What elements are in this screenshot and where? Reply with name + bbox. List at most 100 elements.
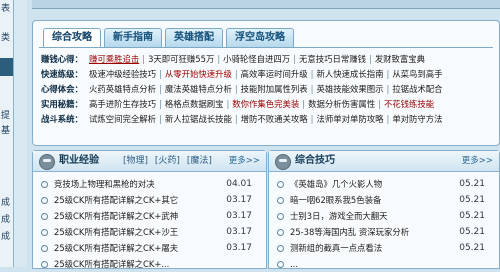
tab-general-guide[interactable]: 综合攻略	[43, 28, 101, 48]
list-item[interactable]: ...	[277, 256, 493, 272]
guide-link[interactable]: 高效率运时间升级	[241, 67, 308, 82]
career-more-link[interactable]: 更多>>	[229, 151, 260, 171]
list-item[interactable]: 25-38等海国内乱 资深玩家分析 05.21	[277, 224, 493, 240]
left-strip-char[interactable]: 基	[1, 123, 10, 136]
guide-link[interactable]: 数据分析伤害属性	[308, 97, 375, 112]
tips-box-header: 综合技巧 更多>>	[269, 151, 499, 172]
list-item-date: 05.21	[459, 227, 485, 237]
tab-divider	[39, 47, 493, 48]
tab-hero-combos[interactable]: 英雄搭配	[165, 28, 223, 47]
list-item-title[interactable]: 25级CK所有搭配详解之CK+武神	[54, 211, 178, 221]
list-item-title[interactable]: 25级CK所有搭配详解之CK+其它	[54, 195, 178, 205]
separator: |	[226, 99, 230, 109]
guide-link[interactable]: 高手进阶生存技巧	[89, 97, 156, 112]
guide-link[interactable]: 新人拉锯战长技能	[165, 112, 232, 127]
list-item-title[interactable]: 暗一咽62眼系我5色装备	[290, 195, 381, 205]
list-item[interactable]: 25级CK所有搭配详解之CK+武神 03.17	[41, 208, 260, 224]
ghost-icon	[275, 154, 291, 170]
separator: |	[378, 99, 381, 109]
guide-link[interactable]: 新人快速成长指南	[316, 67, 383, 82]
guide-link[interactable]: 试炼空间完全解析	[89, 112, 156, 127]
list-item-title[interactable]: 25-38等海国内乱 资深玩家分析	[290, 227, 409, 237]
career-list: 竞技场上物理和黑枪的对决 04.01 25级CK所有搭配详解之CK+其它 03.17 2…	[33, 172, 266, 272]
left-strip-char[interactable]: 表	[1, 1, 10, 14]
career-box-header: 职业经验 [物理] [火药] [魔法] 更多>>	[33, 151, 266, 172]
guide-link[interactable]: 无意技巧日常赚钱	[299, 52, 366, 67]
left-column-divider	[14, 0, 27, 267]
separator: |	[310, 69, 314, 79]
list-item-title[interactable]: 士别3日，游戏全而大翻天	[290, 211, 387, 221]
list-item-title[interactable]: 25级CK所有搭配详解之CK+沙王	[54, 227, 178, 237]
list-item[interactable]: 《英雄岛》几个火影人物 05.21	[277, 176, 493, 192]
list-item-title[interactable]: 《英雄岛》几个火影人物	[290, 179, 382, 189]
guide-link[interactable]: 单对防守方法	[392, 112, 442, 127]
list-item-date: 03.17	[226, 195, 252, 205]
guide-link[interactable]: 极速冲级经验技巧	[89, 67, 156, 82]
list-item-date: 04.01	[226, 179, 252, 189]
career-experience-box: 职业经验 [物理] [火药] [魔法] 更多>> 竞技场上物理和黑枪的对决 04.…	[32, 150, 267, 269]
list-item[interactable]: 士别3日，游戏全而大翻天 05.21	[277, 208, 493, 224]
guide-link[interactable]: 技能附加属性列表	[241, 82, 308, 97]
separator: |	[234, 84, 238, 94]
guide-link[interactable]: 小骑轮怪自进四万	[223, 52, 290, 67]
list-item-date: 03.17	[226, 227, 252, 237]
guide-row: 赚钱心得： 赚可乘胜追击 | 3天即可狂赚55万 | 小骑轮怪自进四万 | 无意技巧日常赚钱 |…	[41, 52, 493, 67]
list-item-title[interactable]: 25级CK所有搭配详解之CK+屠夫	[54, 243, 178, 253]
bullet-icon	[41, 197, 48, 204]
tips-more-link[interactable]: 更多>>	[462, 151, 493, 171]
list-item[interactable]: 25级CK所有搭配详解之CK+屠夫 03.17	[41, 240, 260, 256]
list-item-title[interactable]: ...	[290, 259, 298, 269]
separator: |	[159, 114, 162, 124]
guide-link[interactable]: 发财致富宝典	[375, 52, 425, 67]
guide-link[interactable]: 英雄技能效果图示	[316, 82, 383, 97]
left-strip-char[interactable]: 提	[1, 108, 10, 121]
guide-link[interactable]: 3天即可狂赚55万	[148, 52, 214, 67]
guide-link[interactable]: 拉锯战术配合	[392, 82, 442, 97]
guide-row-label: 战斗系统：	[41, 114, 83, 124]
list-item[interactable]: 测新组的截真一点点看法 05.21	[277, 240, 493, 256]
separator: |	[293, 54, 296, 64]
guide-link[interactable]: 赚可乘胜追击	[89, 52, 139, 67]
list-item[interactable]: 暗一咽62眼系我5色装备 05.21	[277, 192, 493, 208]
guide-row: 心得体会： 火药英雄特点分析 | 魔法英雄特点分析 | 技能附加属性列表 | 英雄技能效果图示…	[41, 82, 493, 97]
tag-gunpowder[interactable]: [火药]	[155, 156, 180, 166]
guide-link[interactable]: 从菜鸟到高手	[392, 67, 442, 82]
tag-magic[interactable]: [魔法]	[187, 156, 212, 166]
tips-box: 综合技巧 更多>> 《英雄岛》几个火影人物 05.21 暗一咽62眼系我5色装备 05…	[268, 150, 500, 269]
guide-link[interactable]: 魔法英雄特点分析	[165, 82, 232, 97]
guide-link[interactable]: 法师单对单防攻略	[316, 112, 383, 127]
left-strip-char[interactable]: 成	[1, 229, 10, 242]
separator: |	[217, 54, 221, 64]
guide-tabs: 综合攻略 新手指南 英雄搭配 浮空岛攻略	[43, 28, 294, 48]
guide-row: 战斗系统： 试炼空间完全解析 | 新人拉锯战长技能 | 增防不败通关攻略 | 法师单对单防攻略…	[41, 112, 493, 127]
list-item-title[interactable]: 竞技场上物理和黑枪的对决	[54, 179, 155, 189]
tag-physical[interactable]: [物理]	[123, 156, 148, 166]
tab-newbie-guide[interactable]: 新手指南	[104, 28, 162, 47]
guide-link[interactable]: 从零开始快速升级	[165, 67, 232, 82]
list-item-date: 03.17	[226, 211, 252, 221]
separator: |	[386, 84, 390, 94]
bullet-icon	[41, 245, 48, 252]
guide-rows: 赚钱心得： 赚可乘胜追击 | 3天即可狂赚55万 | 小骑轮怪自进四万 | 无意技巧日常赚钱 |…	[41, 52, 493, 127]
guide-link[interactable]: 数你作集色完美装	[232, 97, 299, 112]
bullet-icon	[277, 229, 284, 236]
career-tags: [物理] [火药] [魔法]	[123, 151, 216, 171]
list-item[interactable]: 25级CK所有搭配详解之CK+其它 03.17	[41, 192, 260, 208]
guide-link[interactable]: 火药英雄特点分析	[89, 82, 156, 97]
guide-link[interactable]: 不花钱练技能	[384, 97, 434, 112]
separator: |	[310, 84, 314, 94]
list-item[interactable]: 25级CK所有搭配详解之CK+...	[41, 256, 260, 272]
guide-link[interactable]: 格格点数据刷宝	[165, 97, 224, 112]
list-item[interactable]: 25级CK所有搭配详解之CK+沙王 03.17	[41, 224, 260, 240]
tips-list: 《英雄岛》几个火影人物 05.21 暗一咽62眼系我5色装备 05.21 士别3日，游戏…	[269, 172, 499, 272]
guide-link[interactable]: 增防不败通关攻略	[241, 112, 308, 127]
list-item-title[interactable]: 25级CK所有搭配详解之CK+...	[54, 259, 169, 269]
left-strip-char[interactable]: 成	[1, 195, 10, 208]
separator: |	[234, 114, 238, 124]
bullet-icon	[277, 197, 284, 204]
tab-floating-island[interactable]: 浮空岛攻略	[226, 28, 294, 47]
left-strip-char[interactable]: 成	[1, 212, 10, 225]
list-item[interactable]: 竞技场上物理和黑枪的对决 04.01	[41, 176, 260, 192]
left-strip-char[interactable]: 类	[1, 30, 10, 43]
list-item-title[interactable]: 测新组的截真一点点看法	[290, 243, 382, 253]
